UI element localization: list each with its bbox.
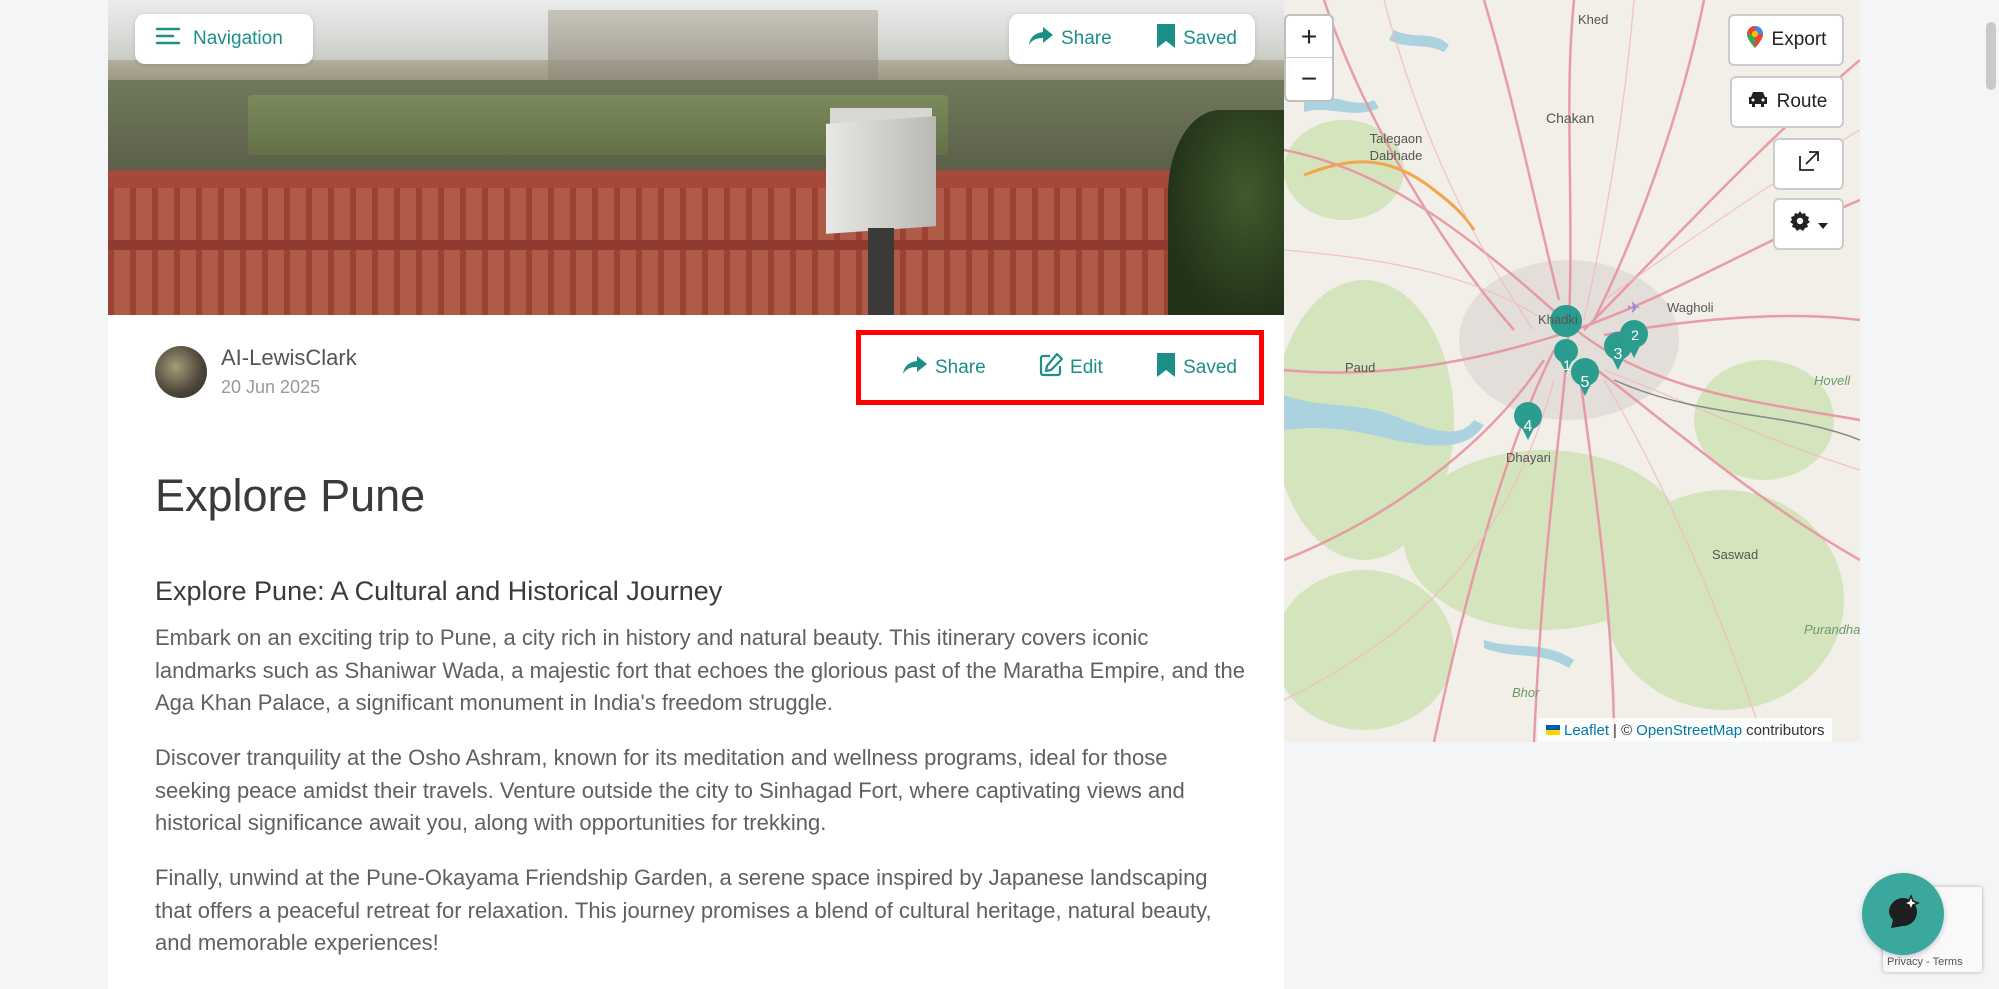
hero-share-label: Share <box>1061 28 1112 49</box>
saved-label: Saved <box>1183 356 1237 378</box>
attribution-separator: | © <box>1613 721 1633 739</box>
scrollbar-track[interactable] <box>1982 0 1999 989</box>
svg-text:✈: ✈ <box>1627 300 1640 317</box>
map-label: Chakan <box>1546 110 1595 126</box>
hero-saved-button[interactable]: Saved <box>1155 23 1237 55</box>
expand-icon <box>1798 150 1820 178</box>
chat-sparkle-icon <box>1883 892 1923 937</box>
share-icon <box>901 354 929 382</box>
car-icon <box>1747 90 1769 114</box>
post-date: 20 Jun 2025 <box>221 377 321 397</box>
author-block: AI-LewisClark 20 Jun 2025 <box>155 345 357 398</box>
assistant-chat-button[interactable] <box>1862 873 1944 955</box>
map-label: Talegaon Dabhade <box>1369 131 1423 163</box>
map-label: Bhor <box>1512 685 1540 700</box>
zoom-out-button[interactable]: − <box>1286 58 1332 100</box>
chevron-down-icon <box>1817 213 1828 235</box>
map-attribution: Leaflet | © OpenStreetMap contributors <box>1538 718 1833 742</box>
map-label: Hovell <box>1814 373 1851 388</box>
map-marker-label[interactable]: 2 <box>1628 327 1642 343</box>
map-label: Paud <box>1345 360 1376 375</box>
expand-map-button[interactable] <box>1773 138 1844 190</box>
menu-icon <box>155 26 181 52</box>
export-label: Export <box>1771 29 1827 50</box>
map-label: Dhayari <box>1506 450 1551 465</box>
navigation-label: Navigation <box>193 28 283 49</box>
saved-button[interactable]: Saved <box>1155 352 1237 384</box>
share-icon <box>1027 25 1055 53</box>
map-label: Khadki <box>1538 312 1578 327</box>
export-button[interactable]: Export <box>1728 14 1844 66</box>
map-marker-label[interactable]: 5 <box>1578 374 1592 392</box>
gear-icon <box>1789 211 1810 237</box>
leaflet-link[interactable]: Leaflet <box>1564 722 1609 739</box>
share-button[interactable]: Share <box>901 354 986 382</box>
article-subtitle: Explore Pune: A Cultural and Historical … <box>155 576 723 606</box>
article-paragraph: Embark on an exciting trip to Pune, a ci… <box>155 625 1245 716</box>
edit-button[interactable]: Edit <box>1038 352 1103 384</box>
map-label: Purandhar <box>1804 622 1860 637</box>
map-marker-label[interactable]: 3 <box>1611 346 1625 364</box>
recaptcha-links[interactable]: Privacy - Terms <box>1887 956 1963 968</box>
scrollbar-thumb[interactable] <box>1986 22 1996 90</box>
map-marker-label[interactable]: 1 <box>1560 357 1574 373</box>
map-pin-icon <box>1746 25 1764 55</box>
avatar[interactable] <box>155 345 207 398</box>
map-settings-button[interactable] <box>1773 198 1844 250</box>
route-button[interactable]: Route <box>1730 76 1844 128</box>
article-paragraph: Finally, unwind at the Pune-Okayama Frie… <box>155 865 1212 956</box>
route-label: Route <box>1776 91 1828 112</box>
page-title: Explore Pune <box>155 470 426 521</box>
bookmark-icon <box>1155 352 1177 384</box>
map-label: Wagholi <box>1667 300 1714 315</box>
edit-label: Edit <box>1070 356 1103 378</box>
navigation-button[interactable]: Navigation <box>135 14 313 64</box>
attribution-contributors: contributors <box>1746 721 1825 739</box>
edit-icon <box>1038 352 1064 384</box>
article-paragraph: Discover tranquility at the Osho Ashram,… <box>155 745 1185 836</box>
author-name[interactable]: AI-LewisClark <box>221 345 357 371</box>
zoom-control: + − <box>1284 14 1334 102</box>
map-marker-label[interactable]: 4 <box>1521 418 1535 436</box>
bookmark-icon <box>1155 23 1177 55</box>
osm-link[interactable]: OpenStreetMap <box>1636 722 1742 739</box>
post-actions: Share Edit Saved <box>856 330 1264 405</box>
ukraine-flag-icon <box>1546 722 1560 739</box>
hero-saved-label: Saved <box>1183 28 1237 49</box>
zoom-in-button[interactable]: + <box>1286 16 1332 58</box>
hero-actions: Share Saved <box>1009 14 1255 64</box>
share-label: Share <box>935 356 986 378</box>
hero-share-button[interactable]: Share <box>1027 25 1112 53</box>
map-label: Saswad <box>1712 547 1759 562</box>
map-label: Khed <box>1578 12 1609 27</box>
